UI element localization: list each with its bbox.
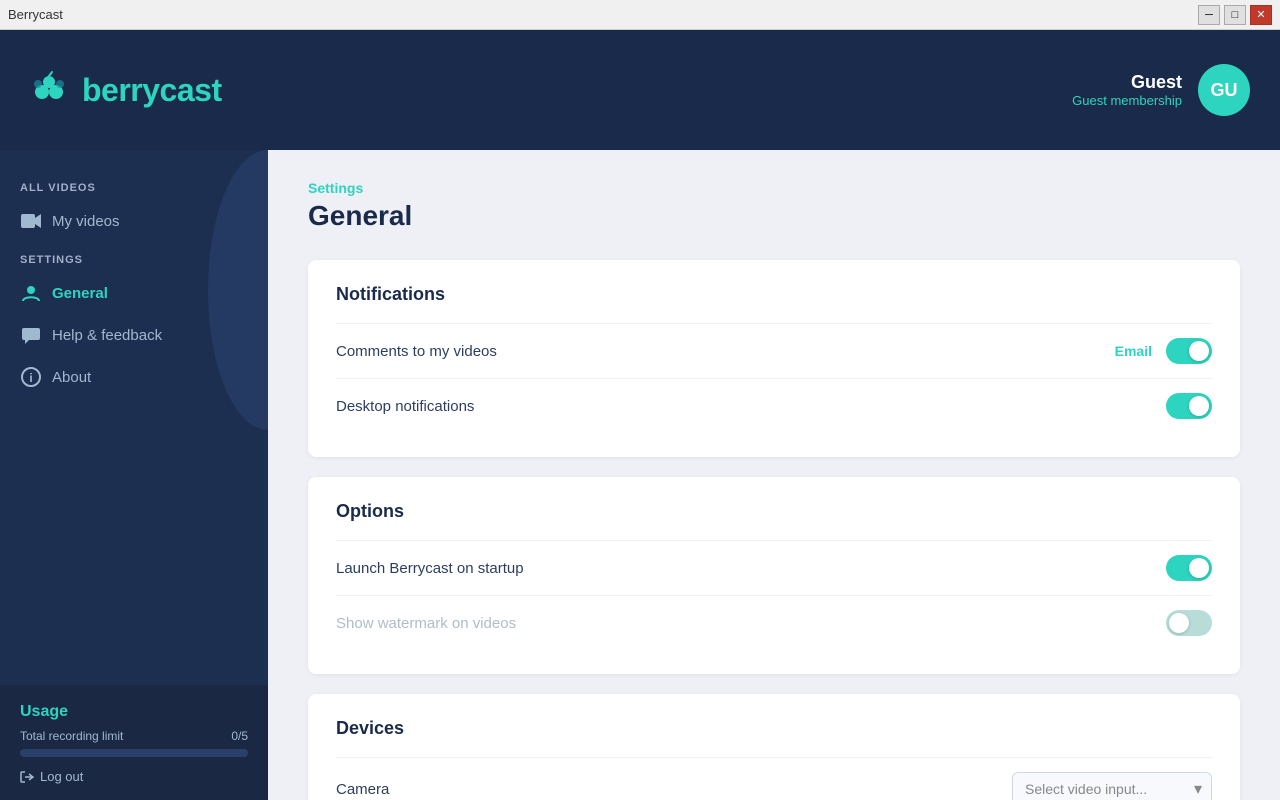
setting-row-comments: Comments to my videos Email	[336, 323, 1212, 378]
logout-link[interactable]: Log out	[20, 769, 248, 784]
setting-label-camera: Camera	[336, 781, 389, 798]
sidebar-item-general[interactable]: General	[0, 272, 268, 314]
toggle-comments[interactable]	[1166, 338, 1212, 364]
logo-text-light: berry	[82, 72, 160, 108]
usage-title: Usage	[20, 703, 248, 721]
sidebar-item-help-feedback[interactable]: Help & feedback	[0, 314, 268, 356]
svg-text:i: i	[29, 371, 32, 385]
usage-recording-label: Total recording limit	[20, 729, 123, 743]
setting-label-watermark: Show watermark on videos	[336, 615, 516, 632]
setting-row-desktop: Desktop notifications	[336, 378, 1212, 433]
sidebar-usage: Usage Total recording limit 0/5 Log out	[0, 685, 268, 800]
person-icon	[20, 282, 42, 304]
setting-row-startup: Launch Berrycast on startup	[336, 540, 1212, 595]
logo-text-accent: cast	[160, 72, 222, 108]
camera-select[interactable]: Select video input...	[1012, 772, 1212, 800]
sidebar-item-label: About	[52, 369, 91, 386]
header: berrycast Guest Guest membership GU	[0, 30, 1280, 150]
setting-right-comments: Email	[1115, 338, 1212, 364]
toggle-knob	[1169, 613, 1189, 633]
minimize-button[interactable]: ─	[1198, 5, 1220, 25]
sidebar-item-about[interactable]: i About	[0, 356, 268, 398]
setting-row-camera: Camera Select video input...	[336, 757, 1212, 800]
chat-icon	[20, 324, 42, 346]
sidebar-item-label: General	[52, 285, 108, 302]
setting-label-comments: Comments to my videos	[336, 343, 497, 360]
logo-area: berrycast	[30, 70, 222, 110]
sidebar-item-label: My videos	[52, 213, 120, 230]
titlebar-title: Berrycast	[8, 7, 63, 22]
close-button[interactable]: ✕	[1250, 5, 1272, 25]
toggle-desktop[interactable]	[1166, 393, 1212, 419]
content-area: Settings General Notifications Comments …	[268, 150, 1280, 800]
main-layout: ALL VIDEOS My videos SETTINGS	[0, 150, 1280, 800]
sidebar-nav: ALL VIDEOS My videos SETTINGS	[0, 150, 268, 685]
devices-card: Devices Camera Select video input...	[308, 694, 1240, 800]
sidebar-item-label: Help & feedback	[52, 327, 162, 344]
sidebar-item-my-videos[interactable]: My videos	[0, 200, 268, 242]
camera-select-wrapper: Select video input...	[1012, 772, 1212, 800]
logout-icon	[20, 770, 34, 784]
usage-label: Total recording limit 0/5	[20, 729, 248, 743]
sidebar-section-all-videos: ALL VIDEOS	[0, 170, 268, 200]
setting-label-startup: Launch Berrycast on startup	[336, 560, 524, 577]
info-icon: i	[20, 366, 42, 388]
app-title: Berrycast	[8, 7, 63, 22]
page-title: General	[308, 200, 1240, 232]
maximize-button[interactable]: □	[1224, 5, 1246, 25]
sidebar: ALL VIDEOS My videos SETTINGS	[0, 150, 268, 800]
toggle-knob	[1189, 396, 1209, 416]
video-icon	[20, 210, 42, 232]
toggle-watermark[interactable]	[1166, 610, 1212, 636]
toggle-knob	[1189, 558, 1209, 578]
user-area: Guest Guest membership GU	[1072, 64, 1250, 116]
notifications-card-title: Notifications	[336, 284, 1212, 305]
setting-row-watermark: Show watermark on videos	[336, 595, 1212, 650]
avatar[interactable]: GU	[1198, 64, 1250, 116]
setting-right-startup	[1166, 555, 1212, 581]
toggle-startup[interactable]	[1166, 555, 1212, 581]
setting-label-desktop: Desktop notifications	[336, 398, 474, 415]
titlebar: Berrycast ─ □ ✕	[0, 0, 1280, 30]
usage-bar-background	[20, 749, 248, 757]
options-card-title: Options	[336, 501, 1212, 522]
user-name: Guest	[1072, 72, 1182, 93]
setting-right-desktop	[1166, 393, 1212, 419]
setting-right-watermark	[1166, 610, 1212, 636]
user-info: Guest Guest membership	[1072, 72, 1182, 108]
logo-text: berrycast	[82, 72, 222, 109]
usage-recording-value: 0/5	[231, 729, 248, 743]
app-container: berrycast Guest Guest membership GU ALL …	[0, 30, 1280, 800]
logo-icon	[30, 70, 70, 110]
notifications-card: Notifications Comments to my videos Emai…	[308, 260, 1240, 457]
titlebar-controls: ─ □ ✕	[1198, 5, 1272, 25]
sidebar-section-settings: SETTINGS	[0, 242, 268, 272]
logout-label: Log out	[40, 769, 83, 784]
user-membership[interactable]: Guest membership	[1072, 93, 1182, 108]
toggle-knob	[1189, 341, 1209, 361]
email-label: Email	[1115, 343, 1152, 359]
options-card: Options Launch Berrycast on startup Show…	[308, 477, 1240, 674]
breadcrumb: Settings	[308, 180, 1240, 196]
devices-card-title: Devices	[336, 718, 1212, 739]
